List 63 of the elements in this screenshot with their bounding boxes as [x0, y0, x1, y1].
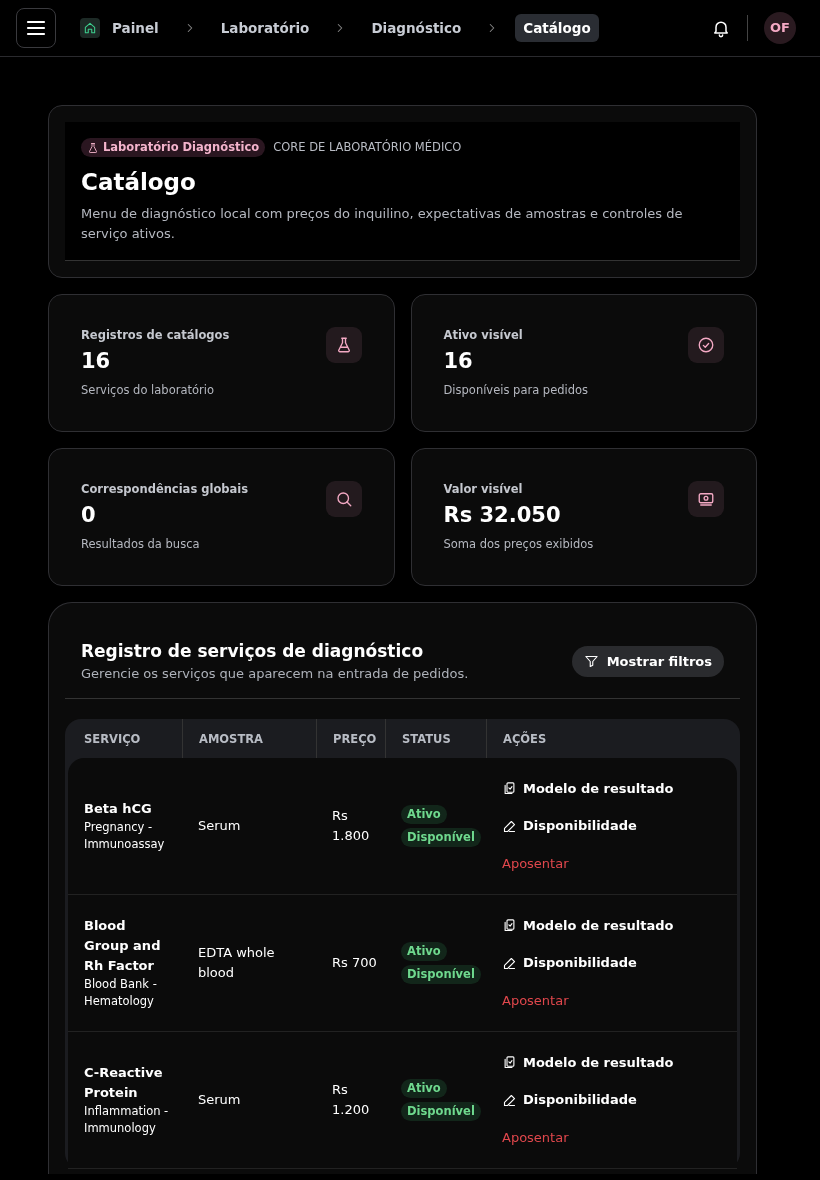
- clipboard-icon: [502, 1055, 517, 1070]
- edit-icon: [502, 955, 517, 971]
- filter-icon: [583, 653, 599, 669]
- status-badge: Disponível: [401, 965, 481, 985]
- search-icon: [334, 489, 353, 508]
- service-name: Blood Group and Rh Factor: [84, 917, 162, 975]
- result-template-button[interactable]: Modelo de resultado: [502, 1052, 674, 1073]
- page-description: Menu de diagnóstico local com preços do inquilino, expectativas de amostras e controles de serviço ativos.: [81, 204, 684, 243]
- stat-caption: Resultados da busca: [81, 535, 201, 553]
- breadcrumb-link[interactable]: Laboratório: [212, 13, 318, 43]
- status-badge: Ativo: [401, 941, 447, 961]
- price: Rs 1.200: [332, 1081, 371, 1119]
- stat-caption: Serviços do laboratório: [81, 381, 215, 399]
- retire-link[interactable]: Aposentar: [502, 853, 569, 874]
- service-name: C-Reactive Protein: [84, 1064, 164, 1102]
- availability-button[interactable]: Disponibilidade: [502, 1090, 637, 1110]
- edit-icon: [502, 818, 517, 834]
- sample-type: Serum: [198, 1091, 242, 1109]
- result-template-button[interactable]: Modelo de resultado: [502, 915, 674, 936]
- section-title: Registro de serviços de diagnóstico: [81, 639, 425, 663]
- availability-button[interactable]: Disponibilidade: [502, 953, 637, 973]
- stat-caption: Soma dos preços exibidos: [443, 535, 595, 553]
- service-category: Pregnancy - Immunoassay: [84, 819, 166, 853]
- clipboard-icon: [502, 781, 517, 796]
- page-title: Catálogo: [81, 168, 197, 198]
- sample-type: Serum: [198, 817, 242, 835]
- edit-icon: [502, 1092, 517, 1108]
- breadcrumb-link[interactable]: Catálogo: [515, 13, 599, 43]
- price: Rs 1.800: [332, 807, 371, 845]
- retire-link[interactable]: Aposentar: [502, 990, 569, 1011]
- check-circle-icon: [697, 335, 715, 354]
- stat-value: Rs 32.050: [443, 502, 562, 529]
- sample-type: EDTA whole blood: [198, 944, 276, 982]
- status-badge: Ativo: [401, 804, 447, 824]
- stat-label: Correspondências globais: [81, 480, 250, 498]
- category-badge: Laboratório Diagnóstico: [81, 138, 266, 158]
- retire-link[interactable]: Aposentar: [502, 1127, 569, 1148]
- flask-icon: [87, 141, 99, 154]
- breadcrumb-link[interactable]: Painel: [104, 13, 167, 43]
- breadcrumb-link[interactable]: Diagnóstico: [363, 13, 470, 43]
- clipboard-icon: [502, 918, 517, 933]
- status-badge: Disponível: [401, 828, 481, 848]
- service-name: Beta hCG: [84, 800, 153, 818]
- availability-button[interactable]: Disponibilidade: [502, 816, 637, 836]
- service-category: Inflammation - Immunology: [84, 1103, 170, 1137]
- stat-label: Ativo visível: [443, 326, 524, 344]
- stat-caption: Disponíveis para pedidos: [443, 381, 590, 399]
- stat-label: Registros de catálogos: [81, 326, 231, 344]
- stat-label: Valor visível: [443, 480, 524, 498]
- status-badge: Ativo: [401, 1078, 447, 1098]
- avatar[interactable]: OF: [764, 12, 796, 44]
- stat-value: 16: [443, 348, 474, 375]
- stat-value: 16: [81, 348, 112, 375]
- filter-button[interactable]: Mostrar filtros: [571, 645, 724, 677]
- service-category: Blood Bank - Hematology: [84, 976, 158, 1010]
- section-subtitle: Gerencie os serviços que aparecem na entrada de pedidos.: [81, 665, 470, 684]
- column-header: SERVIÇO: [83, 730, 142, 748]
- menu-button[interactable]: [16, 8, 56, 48]
- status-badge: Disponível: [401, 1102, 481, 1122]
- result-template-button[interactable]: Modelo de resultado: [502, 778, 674, 799]
- price: Rs 700: [332, 954, 377, 972]
- eyebrow-text: CORE DE LABORATÓRIO MÉDICO: [273, 139, 462, 156]
- stat-value: 0: [81, 502, 97, 529]
